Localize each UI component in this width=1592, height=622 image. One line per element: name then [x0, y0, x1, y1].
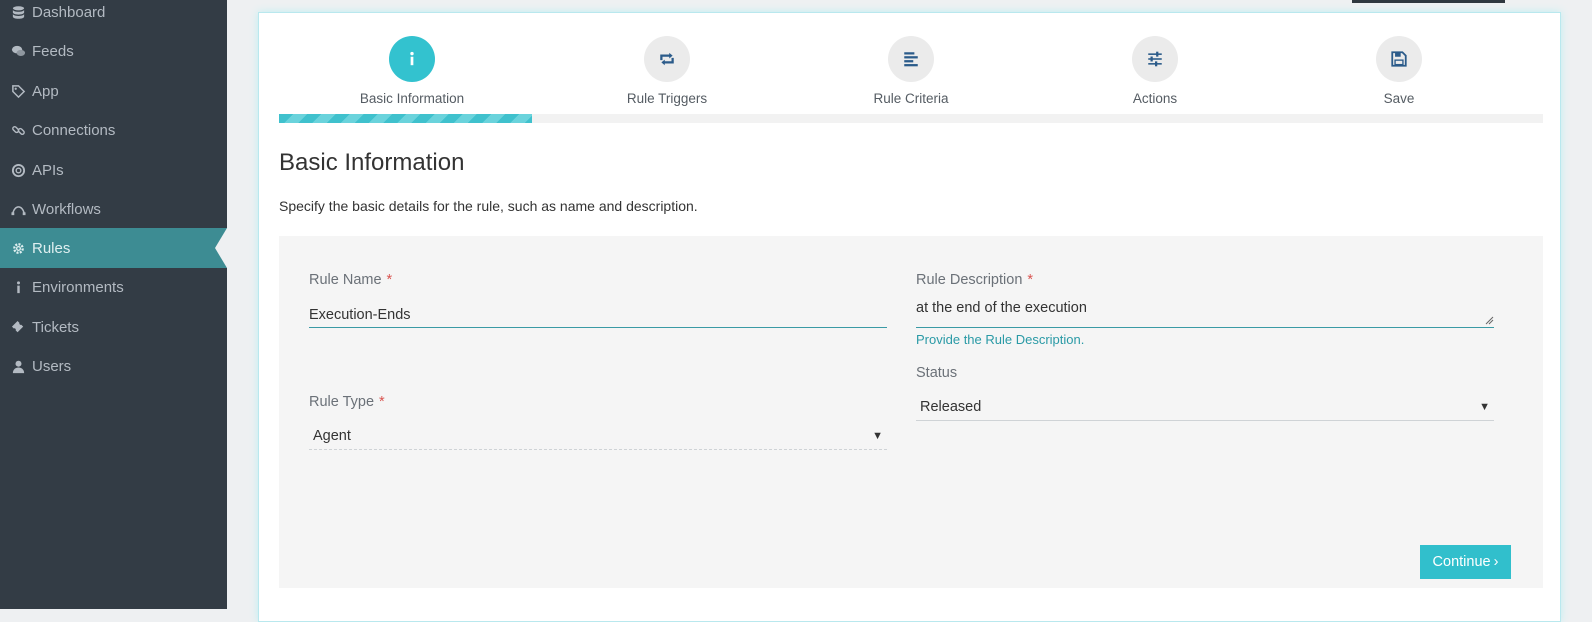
sidebar-item-dashboard[interactable]: Dashboard: [0, 0, 227, 32]
floppy-icon: [1376, 36, 1422, 82]
sliders-icon: [1132, 36, 1178, 82]
sidebar-item-label: Dashboard: [32, 3, 106, 21]
sidebar-item-tickets[interactable]: Tickets: [0, 307, 227, 347]
chevron-down-icon: ▼: [1479, 400, 1490, 413]
step-rule-criteria[interactable]: Rule Criteria: [821, 36, 1001, 106]
step-rule-triggers[interactable]: Rule Triggers: [577, 36, 757, 106]
step-label: Rule Criteria: [873, 91, 949, 106]
sidebar-item-app[interactable]: App: [0, 71, 227, 111]
resize-grip-icon[interactable]: [1484, 315, 1494, 325]
sidebar-item-label: Workflows: [32, 200, 101, 218]
chevron-down-icon: ▼: [872, 429, 883, 442]
sidebar-item-label: Feeds: [32, 42, 74, 60]
rule-description-label-text: Rule Description: [916, 272, 1023, 288]
sidebar-item-feeds[interactable]: Feeds: [0, 31, 227, 71]
info-icon: [10, 279, 26, 295]
workflow-icon: [10, 201, 26, 217]
wizard-steps: Basic Information Rule Triggers Rule Cri…: [259, 13, 1560, 123]
rule-wizard-card: Basic Information Rule Triggers Rule Cri…: [258, 12, 1561, 622]
step-basic-information[interactable]: Basic Information: [322, 36, 502, 106]
retweet-icon: [644, 36, 690, 82]
sidebar-item-label: Connections: [32, 121, 116, 139]
rule-description-textarea[interactable]: at the end of the execution: [916, 298, 1494, 328]
tag-icon: [10, 83, 26, 99]
sidebar-item-label: App: [32, 82, 59, 100]
continue-button[interactable]: Continue ›: [1420, 545, 1511, 579]
database-icon: [10, 4, 26, 20]
sidebar: Dashboard Feeds App Connections APIs Wor…: [0, 0, 227, 609]
required-marker: *: [1027, 272, 1034, 288]
sidebar-item-label: Rules: [32, 239, 71, 257]
rule-name-label-text: Rule Name: [309, 272, 382, 288]
ticket-icon: [10, 319, 26, 335]
rule-type-label-text: Rule Type: [309, 394, 375, 410]
sidebar-item-rules[interactable]: Rules: [0, 228, 227, 268]
rule-type-label: Rule Type *: [309, 394, 385, 410]
sidebar-item-environments[interactable]: Environments: [0, 267, 227, 307]
step-actions[interactable]: Actions: [1065, 36, 1245, 106]
step-save[interactable]: Save: [1309, 36, 1489, 106]
info-icon: [389, 36, 435, 82]
step-label: Actions: [1132, 91, 1178, 106]
step-label: Save: [1383, 91, 1415, 106]
rule-name-input[interactable]: [309, 302, 887, 328]
sidebar-item-connections[interactable]: Connections: [0, 110, 227, 150]
sidebar-item-users[interactable]: Users: [0, 346, 227, 386]
required-marker: *: [386, 272, 393, 288]
rule-description-help: Provide the Rule Description.: [916, 332, 1085, 347]
wizard-progress-bar: [279, 114, 1543, 123]
sidebar-item-apis[interactable]: APIs: [0, 150, 227, 190]
chevron-right-icon: ›: [1493, 554, 1499, 570]
align-left-icon: [888, 36, 934, 82]
rule-type-select[interactable]: Agent ▼: [309, 422, 887, 450]
sidebar-item-label: Tickets: [32, 318, 79, 336]
step-label: Rule Triggers: [626, 91, 708, 106]
page-subtitle: Specify the basic details for the rule, …: [279, 198, 698, 214]
sidebar-item-label: APIs: [32, 161, 64, 179]
rule-name-label: Rule Name *: [309, 272, 392, 288]
sidebar-item-label: Users: [32, 357, 72, 375]
link-icon: [10, 122, 26, 138]
rule-description-value: at the end of the execution: [916, 300, 1087, 316]
gear-icon: [10, 240, 26, 256]
status-select[interactable]: Released ▼: [916, 393, 1494, 421]
rule-type-value: Agent: [313, 427, 351, 444]
status-value: Released: [920, 398, 982, 415]
chat-icon: [10, 43, 26, 59]
top-bar-edge: [1352, 0, 1505, 3]
user-icon: [10, 358, 26, 374]
sidebar-item-label: Environments: [32, 278, 124, 296]
status-label: Status: [916, 365, 958, 381]
basic-info-form: Rule Name* Rule Description* at the end …: [279, 236, 1543, 588]
page-title: Basic Information: [279, 149, 465, 176]
rule-description-label: Rule Description *: [916, 272, 1033, 288]
progress-fill: [279, 114, 532, 123]
step-label: Basic Information: [359, 91, 465, 106]
required-marker: *: [379, 394, 385, 410]
continue-label: Continue: [1432, 554, 1491, 570]
active-indicator: [215, 228, 227, 268]
sidebar-item-workflows[interactable]: Workflows: [0, 189, 227, 229]
life-ring-icon: [10, 162, 26, 178]
